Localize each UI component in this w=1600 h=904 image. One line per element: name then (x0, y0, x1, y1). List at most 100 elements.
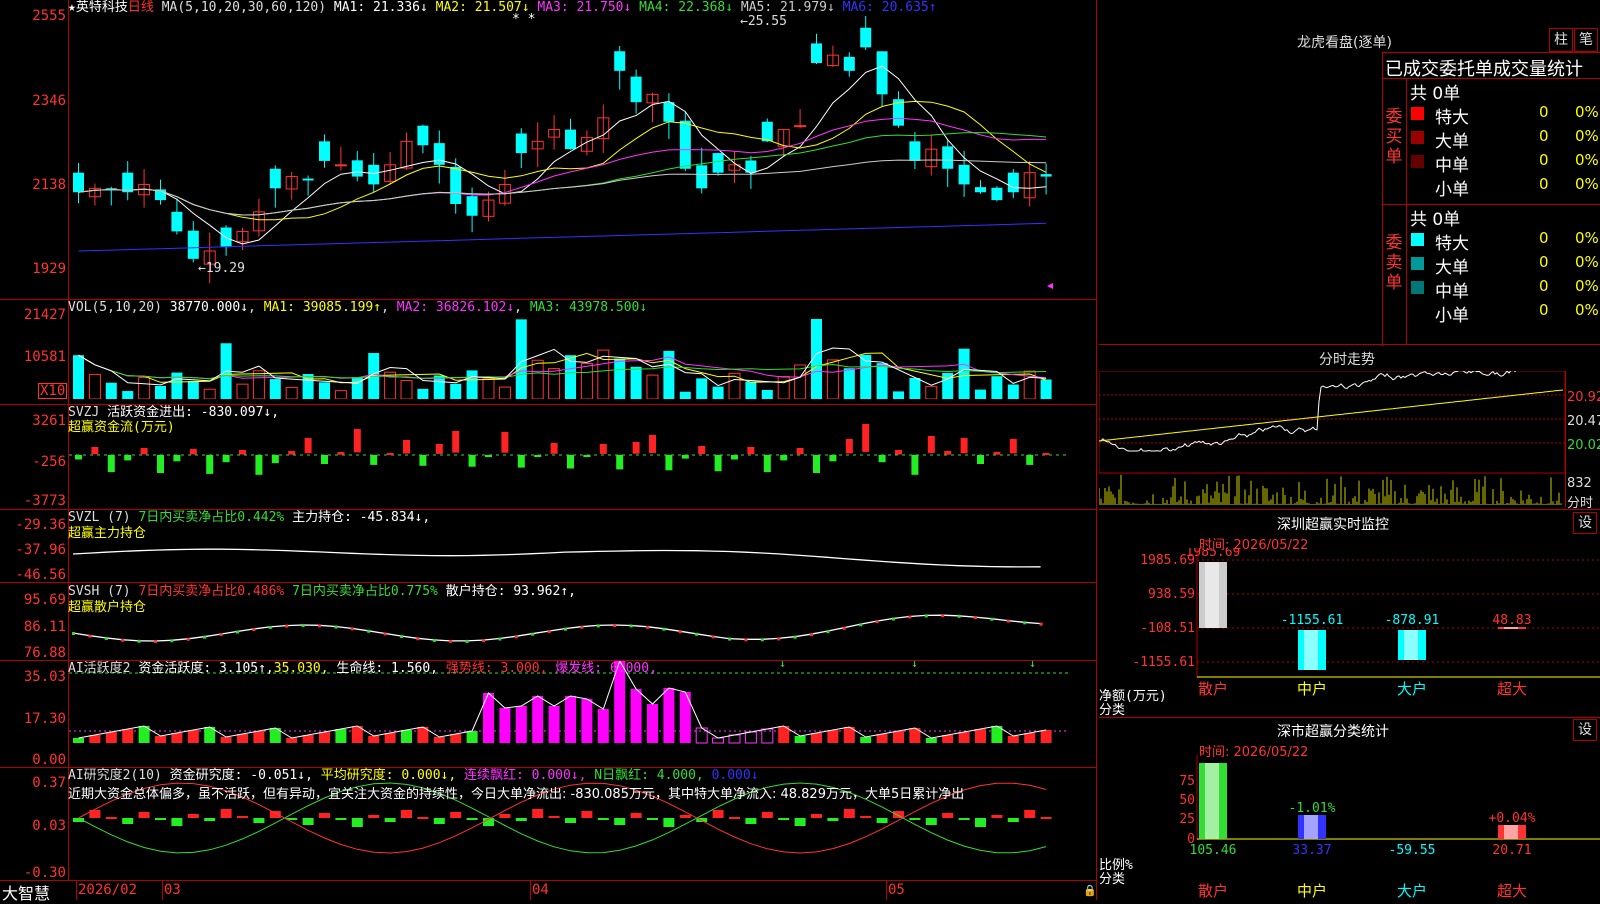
retail-dot (547, 630, 551, 634)
fund-flow-chart[interactable] (69, 420, 1097, 504)
separator (0, 880, 1097, 881)
activity-bar (1007, 736, 1019, 743)
research-bar (860, 816, 872, 818)
flow-bar (468, 455, 476, 467)
activity-bar (532, 696, 544, 743)
volume-chart[interactable] (69, 316, 1097, 399)
retail-dot (678, 630, 682, 634)
order-size-label: 小单 (1435, 180, 1469, 200)
flow-bar (763, 455, 771, 473)
volume-bar (334, 390, 347, 399)
change-label: +0.04% (1489, 811, 1536, 826)
bar-value: -1155.61 (1281, 613, 1344, 628)
y-tick: -1155.61 (1132, 655, 1195, 670)
sz-net-bar-chart[interactable]: 1985.69938.59-108.51-1155.61净额(万元)分类1985… (1099, 548, 1600, 718)
avg-line (1099, 389, 1564, 442)
volume-bar (777, 376, 790, 399)
volume-bar (515, 319, 527, 399)
flow-bar (583, 455, 591, 457)
ai-res-header: AI研究度2(10) 资金研究度: -0.051↓, 平均研究度: 0.000↓… (68, 768, 759, 783)
candle (1007, 172, 1019, 193)
flow-bar (206, 455, 214, 474)
volume-bar (1007, 384, 1019, 399)
activity-bar (384, 733, 396, 743)
flow-bar (271, 455, 279, 464)
side-label: 委买单 (1385, 107, 1403, 167)
settings-button[interactable]: 设 (1573, 719, 1597, 741)
flow-bar (1009, 439, 1017, 454)
ratio-bar-shine (1504, 825, 1518, 839)
activity-bar (237, 734, 248, 743)
activity-bar (155, 736, 166, 743)
retail-dot (432, 638, 436, 642)
order-count: 0 (1539, 253, 1549, 271)
flow-bar (731, 455, 738, 460)
retail-dot (498, 637, 502, 641)
volume-bar (285, 386, 298, 399)
activity-bar (597, 709, 609, 743)
lock-icon[interactable]: 🔒 (1083, 884, 1097, 897)
y-tick: -0.30 (23, 865, 66, 881)
sz-ratio-bar-chart[interactable]: 7550250比例%分类105.46散户-1.01%33.37中户-59.55大… (1099, 755, 1600, 900)
color-swatch (1411, 233, 1424, 246)
ai-research-chart[interactable] (69, 768, 1097, 880)
ratio-bar-shine (1304, 815, 1318, 839)
research-bar (991, 815, 1003, 818)
retail-dot (301, 624, 305, 628)
research-bar (729, 817, 740, 819)
flow-bar (1042, 453, 1050, 455)
activity-bar (187, 730, 199, 743)
retail-dot (1023, 621, 1027, 625)
activity-bar (647, 704, 658, 743)
y-tick: 17.30 (23, 711, 66, 727)
research-bar (122, 818, 134, 824)
order-count: 0 (1539, 103, 1549, 121)
volume-bar (138, 377, 151, 399)
high-marker: ←25.55 (740, 14, 787, 29)
activity-bar (515, 706, 527, 743)
svzj-sub: 超赢资金流(万元) (68, 420, 175, 435)
volume-bar (958, 348, 970, 399)
volume-bar (975, 389, 986, 399)
volume-bar (417, 388, 429, 399)
volume-bar (843, 368, 855, 399)
ma-line-20 (78, 117, 1047, 216)
retail-dot (416, 637, 420, 641)
retail-dot (268, 625, 272, 629)
settings-button[interactable]: 设 (1573, 512, 1597, 534)
y-tick: -3773 (23, 493, 66, 509)
flow-bar (698, 446, 706, 455)
bar-view-button[interactable]: 柱 (1549, 28, 1573, 52)
research-bar (712, 810, 724, 818)
retail-dot (1006, 619, 1010, 623)
flow-bar (75, 455, 82, 460)
volume-bar (319, 382, 330, 399)
order-count: 0 (1539, 301, 1549, 319)
y-tick: 0.00 (32, 752, 66, 768)
period-label: 日线 (127, 0, 154, 15)
flow-bar (862, 424, 870, 452)
research-bar (335, 818, 347, 820)
volume-bar (826, 359, 839, 399)
vol-header: VOL(5,10,20) 38770.000↓, MA1: 39085.199↑… (68, 300, 648, 315)
candle (269, 168, 281, 189)
research-bar (925, 818, 937, 825)
net-bar-shine (1205, 562, 1219, 628)
ai-commentary: 近期大资金总体偏多，虽不活跃，但有异动，宜关注大资金的持续性，今日大单净流出: … (68, 787, 965, 802)
order-percent: 0% (1575, 253, 1599, 271)
svzl-sub: 超赢主力持仓 (68, 526, 147, 541)
flow-bar (714, 455, 722, 472)
volume-bar (761, 389, 773, 399)
intraday-chart[interactable] (1099, 371, 1565, 507)
activity-bar (483, 693, 494, 743)
flow-bar (255, 455, 263, 475)
candle (122, 172, 134, 193)
candle (761, 121, 773, 142)
research-bar (253, 818, 265, 823)
research-bar (368, 815, 380, 818)
candlestick-chart[interactable] (69, 16, 1097, 298)
volume-bar (482, 378, 495, 399)
research-bar (302, 818, 314, 825)
research-bar (532, 809, 544, 818)
tick-view-button[interactable]: 笔 (1574, 28, 1598, 52)
